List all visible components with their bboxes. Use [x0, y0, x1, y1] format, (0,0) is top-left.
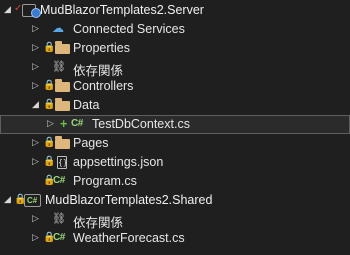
collapse-arrow-icon[interactable]: ◢ [4, 4, 11, 15]
expand-arrow-icon[interactable]: ▷ [32, 23, 39, 34]
tree-row-data[interactable]: ◢ 🔒 Data [0, 96, 350, 115]
tree-row-weatherforecast[interactable]: ▷ 🔒 C# WeatherForecast.cs [0, 229, 350, 248]
tree-row-pages[interactable]: ▷ 🔒 Pages [0, 134, 350, 153]
weatherforecast-label: WeatherForecast.cs [73, 231, 185, 245]
lock-icon: 🔒 [43, 99, 56, 110]
expand-arrow-icon[interactable]: ▷ [32, 232, 39, 243]
connected-services-icon: ☁ [52, 21, 64, 35]
tree-row-connected-services[interactable]: ▷ ☁ Connected Services [0, 20, 350, 39]
csharp-file-icon: C# [53, 232, 65, 243]
properties-folder-icon [55, 41, 70, 54]
added-file-plus-icon: + [60, 117, 68, 131]
expand-arrow-icon[interactable]: ▷ [32, 61, 39, 72]
pages-label: Pages [73, 136, 109, 150]
folder-icon [55, 79, 70, 92]
properties-label: Properties [73, 41, 130, 55]
shared-project-label: MudBlazorTemplates2.Shared [45, 193, 213, 207]
tree-row-shared-project[interactable]: ◢ 🔒 C# MudBlazorTemplates2.Shared [0, 191, 350, 210]
server-project-label: MudBlazorTemplates2.Server [40, 3, 204, 17]
collapse-arrow-icon[interactable]: ◢ [32, 99, 39, 110]
expand-arrow-icon[interactable]: ▷ [32, 213, 39, 224]
program-label: Program.cs [73, 174, 137, 188]
testdbcontext-label: TestDbContext.cs [92, 117, 190, 131]
csharp-file-icon: C# [71, 118, 83, 129]
solution-explorer-tree: ◢ ✓ MudBlazorTemplates2.Server ▷ ☁ Conne… [0, 0, 350, 255]
controllers-label: Controllers [73, 79, 134, 93]
expand-arrow-icon[interactable]: ▷ [32, 137, 39, 148]
tree-row-program[interactable]: 🔒 C# Program.cs [0, 172, 350, 191]
tree-row-shared-dependencies[interactable]: ▷ ⛓ 依存関係 [0, 210, 350, 230]
expand-arrow-icon[interactable]: ▷ [32, 42, 39, 53]
folder-open-icon [55, 98, 70, 111]
csharp-file-icon: C# [53, 175, 65, 186]
tree-row-properties[interactable]: ▷ 🔒 Properties [0, 39, 350, 58]
tree-row-dependencies[interactable]: ▷ ⛓ 依存関係 [0, 58, 350, 78]
dependencies-icon: ⛓ [52, 213, 66, 225]
lock-icon: 🔒 [43, 137, 56, 148]
tree-row-appsettings[interactable]: ▷ 🔒 {} appsettings.json [0, 153, 350, 172]
connected-services-label: Connected Services [73, 22, 185, 36]
expand-arrow-icon[interactable]: ▷ [47, 118, 54, 129]
collapse-arrow-icon[interactable]: ◢ [4, 194, 11, 205]
appsettings-label: appsettings.json [73, 155, 164, 169]
json-file-icon: {} [57, 156, 68, 169]
dependencies-icon: ⛓ [52, 61, 66, 73]
tree-row-server-project[interactable]: ◢ ✓ MudBlazorTemplates2.Server [0, 1, 350, 20]
expand-arrow-icon[interactable]: ▷ [32, 80, 39, 91]
expand-arrow-icon[interactable]: ▷ [32, 156, 39, 167]
folder-icon [55, 136, 70, 149]
data-label: Data [73, 98, 100, 112]
tree-row-controllers[interactable]: ▷ 🔒 Controllers [0, 77, 350, 96]
tree-row-testdbcontext[interactable]: ▷ + C# TestDbContext.cs [0, 115, 350, 134]
lock-icon: 🔒 [43, 42, 56, 53]
lock-icon: 🔒 [43, 156, 56, 167]
lock-icon: 🔒 [43, 80, 56, 91]
csharp-project-icon: C# [24, 194, 41, 207]
